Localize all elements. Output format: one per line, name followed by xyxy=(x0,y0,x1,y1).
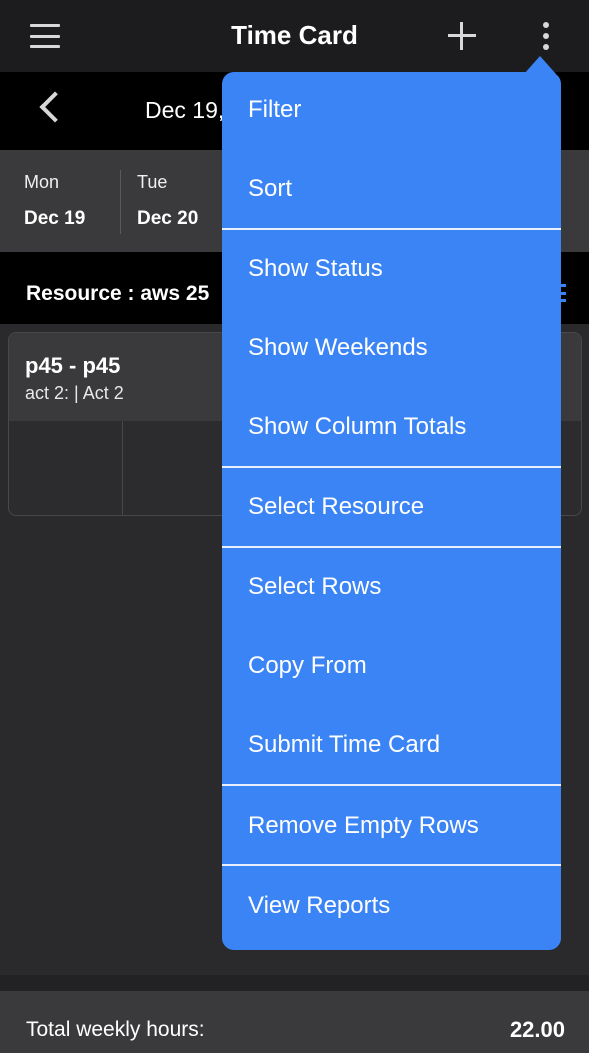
menu-item-show-status[interactable]: Show Status xyxy=(222,255,561,283)
page-title: Time Card xyxy=(231,20,358,50)
footer-spacer xyxy=(0,975,589,991)
day-name: Mon xyxy=(24,172,60,192)
date-range-label[interactable]: Dec 19, xyxy=(145,97,224,124)
menu-item-remove-empty-rows[interactable]: Remove Empty Rows xyxy=(222,812,561,840)
menu-divider xyxy=(222,784,561,786)
menu-divider xyxy=(222,466,561,468)
day-column-mon[interactable]: Mon Dec 19 xyxy=(24,172,85,230)
vertical-dots-icon[interactable] xyxy=(538,22,554,50)
menu-item-sort[interactable]: Sort xyxy=(222,175,561,203)
menu-item-copy-from[interactable]: Copy From xyxy=(222,652,561,680)
time-card-screen: Time Card Dec 19, Mon Dec 19 Tue Dec 20 … xyxy=(0,0,589,1053)
day-column-tue[interactable]: Tue Dec 20 xyxy=(137,172,198,230)
menu-divider xyxy=(222,546,561,548)
menu-item-filter[interactable]: Filter xyxy=(222,96,561,124)
menu-item-show-weekends[interactable]: Show Weekends xyxy=(222,334,561,362)
top-navbar: Time Card xyxy=(0,0,589,72)
menu-item-select-resource[interactable]: Select Resource xyxy=(222,493,561,521)
row-cell-divider xyxy=(122,421,123,515)
day-date: Dec 19 xyxy=(24,208,86,229)
total-hours-value: 22.00 xyxy=(509,1017,565,1042)
menu-item-submit-time-card[interactable]: Submit Time Card xyxy=(222,731,561,759)
options-menu: Filter Sort Show Status Show Weekends Sh… xyxy=(222,72,561,950)
day-divider xyxy=(120,170,121,234)
day-name: Tue xyxy=(137,172,168,192)
resource-label[interactable]: Resource : aws 25 xyxy=(26,282,209,306)
row-title: p45 - p45 xyxy=(25,353,121,378)
total-hours-label: Total weekly hours: xyxy=(26,1018,205,1041)
day-date: Dec 20 xyxy=(137,208,199,229)
menu-divider xyxy=(222,228,561,230)
plus-icon[interactable] xyxy=(446,20,478,52)
menu-item-select-rows[interactable]: Select Rows xyxy=(222,573,561,601)
menu-item-show-column-totals[interactable]: Show Column Totals xyxy=(222,413,561,441)
row-subtitle: act 2: | Act 2 xyxy=(25,383,124,403)
menu-item-view-reports[interactable]: View Reports xyxy=(222,892,561,920)
menu-divider xyxy=(222,864,561,866)
